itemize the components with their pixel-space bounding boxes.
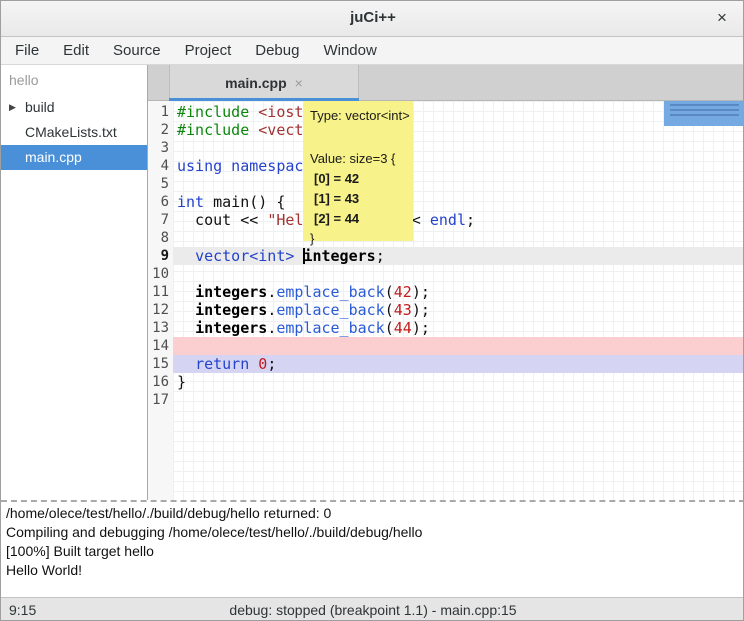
tree-item-label: build [25,99,55,115]
overlay-streak [670,109,739,111]
app-window: juCi++ × FileEditSourceProjectDebugWindo… [0,0,744,621]
window-close-button[interactable]: × [711,7,733,29]
line-number: 11 [148,283,169,301]
editor-overview-indicator[interactable] [664,101,744,126]
file-tree-sidebar: hello ▶ build CMakeLists.txt main.cpp [1,65,148,500]
tree-item-main-cpp[interactable]: main.cpp [1,145,147,170]
line-number: 4 [148,157,169,175]
line-number: 9 [148,247,169,265]
statusbar: 9:15 debug: stopped (breakpoint 1.1) - m… [1,597,744,621]
terminal-line: /home/olece/test/hello/./build/debug/hel… [6,504,740,523]
debug-value-tooltip: Type: vector<int> Value: size=3 {[0] = 4… [303,101,413,241]
file-tree: ▶ build CMakeLists.txt main.cpp [1,95,147,170]
terminal-line: Compiling and debugging /home/olece/test… [6,523,740,542]
menu-item-file[interactable]: File [3,38,51,63]
overlay-streak [670,104,739,106]
line-number: 1 [148,103,169,121]
menu-item-debug[interactable]: Debug [243,38,311,63]
debug-status-text: debug: stopped (breakpoint 1.1) - main.c… [1,598,744,621]
menu-item-edit[interactable]: Edit [51,38,101,63]
tooltip-value-line: [2] = 44 [310,209,406,229]
line-number: 15 [148,355,169,373]
line-number: 7 [148,211,169,229]
project-name-label: hello [1,65,147,95]
tab-close-icon[interactable]: × [295,75,303,91]
line-number: 2 [148,121,169,139]
line-number: 14 [148,337,169,355]
tab-label: main.cpp [225,75,286,91]
line-number: 12 [148,301,169,319]
window-title: juCi++ [1,9,744,26]
code-line-11: integers.emplace_back(42); [177,283,430,301]
code-line-12: integers.emplace_back(43); [177,301,430,319]
code-line-16: } [177,373,186,391]
overlay-streak [670,114,739,116]
menu-item-source[interactable]: Source [101,38,173,63]
tabstrip: main.cpp × [148,65,744,101]
line-number: 16 [148,373,169,391]
line-number: 13 [148,319,169,337]
tab-main-cpp[interactable]: main.cpp × [169,65,359,101]
code-editor[interactable]: 1234567891011121314151617 #include <iost… [148,101,744,500]
tree-item-cmakelists-txt[interactable]: CMakeLists.txt [1,120,147,145]
code-line-9: vector<int> integers; [177,247,385,265]
line-number: 17 [148,391,169,409]
tree-item-build[interactable]: ▶ build [1,95,147,120]
code-line-15: return 0; [177,355,276,373]
line-number: 10 [148,265,169,283]
tooltip-type-line: Type: vector<int> [310,106,406,125]
tree-item-label: main.cpp [25,149,82,165]
tooltip-value-line: Value: size=3 { [310,149,406,169]
menubar: FileEditSourceProjectDebugWindow [1,37,744,65]
terminal-output-panel[interactable]: /home/olece/test/hello/./build/debug/hel… [1,502,744,597]
code-line-13: integers.emplace_back(44); [177,319,430,337]
titlebar[interactable]: juCi++ × [1,1,744,37]
tooltip-value-line: [0] = 42 [310,169,406,189]
tooltip-value-line: [1] = 43 [310,189,406,209]
line-number: 5 [148,175,169,193]
terminal-line: [100%] Built target hello [6,542,740,561]
expander-icon[interactable]: ▶ [9,95,16,120]
menu-item-project[interactable]: Project [173,38,244,63]
line-number: 6 [148,193,169,211]
tree-item-label: CMakeLists.txt [25,124,117,140]
code-line-6: int main() { [177,193,285,211]
breakpoint-line-highlight [173,337,744,355]
terminal-line: Hello World! [6,561,740,580]
line-number: 3 [148,139,169,157]
line-number: 8 [148,229,169,247]
line-number-gutter[interactable]: 1234567891011121314151617 [148,101,173,500]
tooltip-value-line: } [310,229,406,249]
menu-item-window[interactable]: Window [311,38,388,63]
text-cursor [303,248,305,264]
